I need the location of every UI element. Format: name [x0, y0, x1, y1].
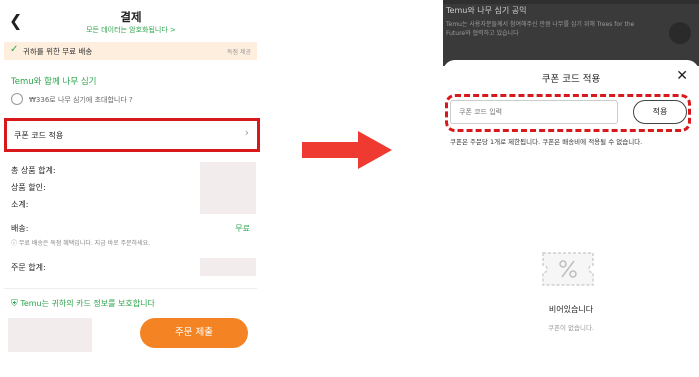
tree-planting-option[interactable]: ₩336로 나무 심기에 초대합니다 ?: [29, 95, 133, 105]
coupon-sheet-title: 쿠폰 코드 적용: [541, 74, 601, 85]
page-title: 결제: [120, 10, 142, 24]
tree-planting-radio[interactable]: [11, 93, 23, 105]
product-discount-label: 상품 할인:: [11, 183, 46, 192]
empty-coupon-icon: [542, 252, 594, 286]
order-total-label: 주문 합계:: [11, 263, 46, 272]
blurred-payment-total: [8, 318, 92, 352]
submit-order-button[interactable]: 주문 제출: [140, 318, 248, 348]
divider: [4, 288, 257, 289]
subtotal-label: 소계:: [11, 200, 29, 209]
checkout-screen: ❮ 결제 모든 데이터는 암호화됩니다 > ✓ 귀하를 위한 무료 배송 독점 …: [0, 0, 262, 352]
coupon-bottom-sheet: 쿠폰 코드 적용 ✕ 적용 쿠폰은 주문당 1개로 제한됩니다. 쿠폰은 배송비…: [443, 60, 699, 350]
apply-coupon-button[interactable]: 적용: [633, 100, 687, 124]
dimmed-background-page: Temu와 나무 심기 공익 Temu는 사용자분들께서 참여해주신 만큼 나무…: [443, 0, 699, 66]
card-protection-notice: ⛨ Temu는 귀하의 카드 정보를 보호합니다: [11, 298, 155, 309]
coupon-info-text: 쿠폰은 주문당 1개로 제한됩니다. 쿠폰은 배송비에 적용될 수 없습니다.: [450, 138, 643, 146]
coupon-screen: Temu와 나무 심기 공익 Temu는 사용자분들께서 참여해주신 만큼 나무…: [443, 0, 699, 350]
empty-title: 비어있습니다: [548, 305, 594, 314]
shipping-note: ⓘ 무료 배송은 독점 혜택입니다. 지금 바로 주문하세요.: [11, 240, 151, 247]
background-title: Temu와 나무 심기 공익: [446, 6, 527, 15]
shield-icon: ⛨: [11, 299, 18, 309]
free-shipping-banner: ✓ 귀하를 위한 무료 배송 독점 제공: [4, 42, 257, 60]
card-protection-text: Temu는 귀하의 카드 정보를 보호합니다: [20, 299, 155, 308]
empty-subtitle: 쿠폰이 없습니다.: [548, 324, 594, 332]
encryption-notice[interactable]: 모든 데이터는 암호화됩니다 >: [0, 25, 262, 35]
check-icon: ✓: [10, 44, 19, 55]
blurred-amounts: [200, 162, 256, 214]
shipping-value: 무료: [235, 224, 250, 233]
total-items-label: 총 상품 합계:: [11, 166, 56, 175]
top-bar: [443, 0, 699, 4]
tree-planting-title: Temu와 함께 나무 심기: [11, 77, 97, 87]
transition-arrow-icon: [302, 131, 392, 169]
partner-logo: [669, 22, 691, 44]
shipping-label: 배송:: [11, 224, 29, 233]
coupon-code-input[interactable]: [450, 100, 618, 124]
exclusive-label: 독점 제공: [227, 49, 251, 56]
chevron-right-icon: ›: [244, 126, 249, 139]
apply-coupon-row[interactable]: 쿠폰 코드 적용 ›: [4, 118, 260, 152]
free-shipping-label: 귀하를 위한 무료 배송: [23, 47, 93, 56]
checkout-header: ❮ 결제 모든 데이터는 암호화됩니다 >: [0, 6, 262, 36]
background-text: Temu는 사용자분들께서 참여해주신 만큼 나무를 심기 위해 Trees f…: [446, 21, 635, 37]
blurred-order-total: [200, 258, 256, 276]
apply-coupon-label: 쿠폰 코드 적용: [14, 131, 64, 140]
close-icon[interactable]: ✕: [676, 68, 688, 84]
